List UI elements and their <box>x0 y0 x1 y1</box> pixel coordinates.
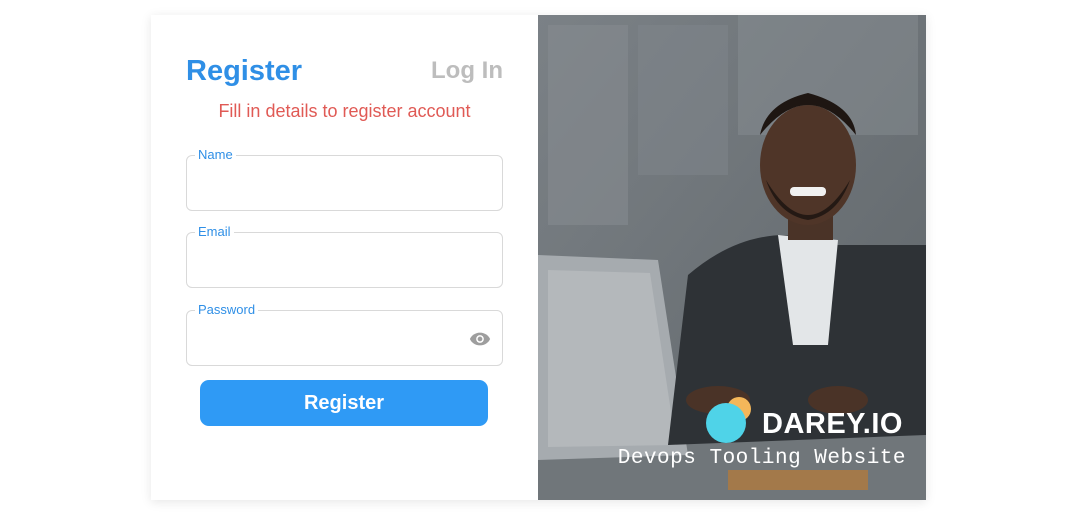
tab-login[interactable]: Log In <box>431 57 503 85</box>
name-input[interactable] <box>197 170 457 198</box>
email-input[interactable] <box>197 247 457 275</box>
hero-image-panel: DAREY.IO Devops Tooling Website <box>538 15 926 500</box>
brand-name: DAREY.IO <box>762 408 903 440</box>
name-label: Name <box>195 147 236 163</box>
register-form-panel: Register Log In Fill in details to regis… <box>151 15 538 500</box>
name-field[interactable]: Name <box>186 147 503 211</box>
email-label: Email <box>195 224 234 240</box>
tab-register[interactable]: Register <box>186 55 302 88</box>
password-field[interactable]: Password <box>186 302 503 366</box>
password-label: Password <box>195 302 259 318</box>
form-subtitle: Fill in details to register account <box>218 101 471 121</box>
register-card: Register Log In Fill in details to regis… <box>151 15 926 500</box>
register-button[interactable]: Register <box>200 380 488 426</box>
password-input[interactable] <box>197 325 457 353</box>
email-field[interactable]: Email <box>186 224 503 288</box>
brand-tagline: Devops Tooling Website <box>617 447 906 470</box>
eye-icon[interactable] <box>469 330 491 348</box>
